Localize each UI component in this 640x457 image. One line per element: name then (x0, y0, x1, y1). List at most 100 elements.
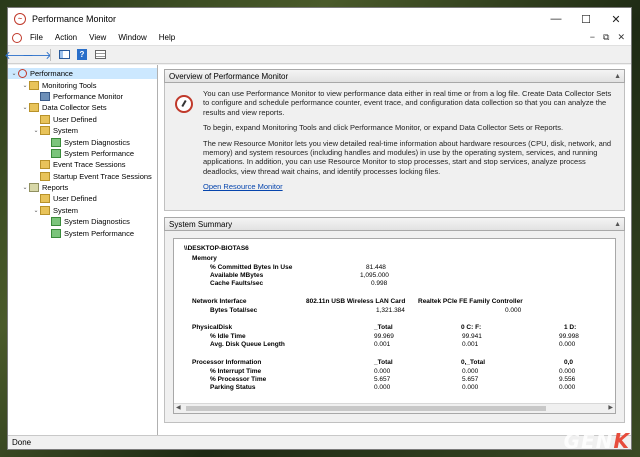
chevron-down-icon[interactable]: ⌄ (21, 184, 29, 191)
tree-node[interactable]: Event Trace Sessions (8, 159, 157, 170)
overview-paragraph-3: The new Resource Monitor lets you view d… (203, 138, 612, 176)
child-minimize-button[interactable]: − (590, 32, 595, 43)
tree-node[interactable]: ⌄ System (8, 205, 157, 216)
tree-node[interactable]: ⌄ Performance (8, 68, 157, 80)
network-column: Realtek PCIe FE Family Controller (418, 298, 523, 305)
memory-title: Memory (192, 255, 217, 262)
watermark-logo: GENK (564, 429, 630, 453)
collector-set-icon (51, 217, 61, 227)
menu-view[interactable]: View (83, 33, 112, 42)
collapse-icon[interactable]: ▲ (614, 221, 621, 228)
tree-node-label: User Defined (53, 114, 97, 124)
processor-title: Processor Information (192, 359, 262, 366)
tree-node[interactable]: ⌄ Monitoring Tools (8, 79, 157, 90)
folder-icon (40, 194, 50, 204)
folder-icon (29, 80, 39, 90)
show-hide-tree-icon[interactable] (57, 48, 71, 62)
tree-node-label: System (53, 205, 79, 215)
tree-node[interactable]: ⌄ Reports (8, 182, 157, 193)
disk-title: PhysicalDisk (192, 324, 233, 331)
system-summary-header[interactable]: System Summary ▲ (164, 217, 625, 231)
disk-value: 99.941 (462, 333, 482, 340)
network-column: 802.11n USB Wireless LAN Card (306, 298, 406, 305)
disk-value: 99.998 (559, 333, 579, 340)
tree-node-label: System Diagnostics (64, 137, 130, 147)
chevron-down-icon[interactable]: ⌄ (32, 127, 40, 134)
close-button[interactable]: ✕ (601, 8, 631, 30)
machine-name: \\DESKTOP-BIOTAS6 (184, 245, 249, 252)
tree-node[interactable]: System Diagnostics (8, 136, 157, 147)
tree-node[interactable]: System Performance (8, 227, 157, 238)
menu-help[interactable]: Help (153, 33, 181, 42)
chevron-down-icon[interactable]: ⌄ (21, 104, 29, 111)
network-value: 1,321.384 (376, 307, 405, 314)
processor-value: 5.657 (462, 376, 479, 383)
tree-node[interactable]: Performance Monitor (8, 91, 157, 102)
processor-value: 0.000 (374, 384, 391, 391)
menu-action[interactable]: Action (49, 33, 83, 42)
overview-header-label: Overview of Performance Monitor (169, 71, 289, 81)
collector-set-icon (51, 148, 61, 158)
network-label: Bytes Total/sec (210, 307, 258, 314)
tree-node[interactable]: ⌄ Data Collector Sets (8, 102, 157, 113)
toolbar: 🡐 🡒 ? (4, 46, 631, 64)
overview-header[interactable]: Overview of Performance Monitor ▲ (164, 69, 625, 83)
memory-value: 1,095.000 (360, 272, 389, 279)
main-pane: Overview of Performance Monitor ▲ You ca… (158, 65, 631, 435)
disk-value: 0.000 (559, 341, 576, 348)
chevron-down-icon[interactable]: ⌄ (10, 70, 18, 77)
folder-icon (29, 103, 39, 113)
memory-value: 0.998 (371, 280, 388, 287)
scroll-left-icon[interactable]: ◀ (176, 404, 181, 411)
tree-node-label: System Performance (64, 228, 135, 238)
menu-window[interactable]: Window (112, 33, 152, 42)
tree-node[interactable]: User Defined (8, 114, 157, 125)
chevron-down-icon[interactable]: ⌄ (21, 82, 29, 89)
processor-column: 0,0 (564, 359, 574, 366)
tree-node[interactable]: System Performance (8, 148, 157, 159)
help-icon[interactable]: ? (75, 48, 89, 62)
tree-node[interactable]: User Defined (8, 193, 157, 204)
system-menu-icon[interactable] (10, 32, 24, 44)
tree-node[interactable]: Startup Event Trace Sessions (8, 171, 157, 182)
menu-file[interactable]: File (24, 33, 49, 42)
forward-arrow-icon[interactable]: 🡒 (22, 48, 52, 62)
folder-icon (40, 126, 50, 136)
minimize-button[interactable]: — (541, 8, 571, 30)
folder-icon (40, 160, 50, 170)
tree-node[interactable]: ⌄ System (8, 125, 157, 136)
tree-node-label: Startup Event Trace Sessions (53, 171, 152, 181)
collapse-icon[interactable]: ▲ (614, 73, 621, 80)
processor-value: 0.000 (559, 384, 576, 391)
tree-node-label: Performance (30, 69, 73, 79)
tree-node-label: System (53, 126, 79, 136)
tree-node-label: Data Collector Sets (42, 103, 107, 113)
child-close-button[interactable]: ✕ (617, 32, 625, 43)
processor-value: 9.556 (559, 376, 576, 383)
tree-node[interactable]: System Diagnostics (8, 216, 157, 227)
maximize-button[interactable]: ☐ (571, 8, 601, 30)
disk-value: 0.001 (374, 341, 391, 348)
processor-value: 0.000 (462, 384, 479, 391)
open-resource-monitor-link[interactable]: Open Resource Monitor (203, 182, 283, 191)
horizontal-scrollbar[interactable]: ◀ ▶ (174, 403, 615, 413)
title-bar: ~ Performance Monitor — ☐ ✕ (8, 8, 631, 30)
scrollbar-thumb[interactable] (186, 406, 546, 411)
chevron-down-icon[interactable]: ⌄ (32, 207, 40, 214)
tree-node-label: User Defined (53, 194, 97, 204)
processor-label: % Processor Time (210, 376, 267, 383)
collector-set-icon (51, 137, 61, 147)
status-text: Done (12, 438, 32, 447)
overview-paragraph-2: To begin, expand Monitoring Tools and cl… (203, 123, 564, 133)
processor-column: 0,_Total (461, 359, 486, 366)
system-summary-panel: \\DESKTOP-BIOTAS6 Memory % Committed Byt… (164, 231, 625, 423)
child-restore-button[interactable]: ⧉ (603, 32, 609, 43)
tree-node-label: System Performance (64, 148, 135, 158)
tree-node-label: Event Trace Sessions (53, 160, 126, 170)
disk-label: Avg. Disk Queue Length (210, 341, 285, 348)
scroll-right-icon[interactable]: ▶ (608, 404, 613, 411)
processor-column: _Total (374, 359, 393, 366)
properties-icon[interactable] (93, 48, 107, 62)
folder-icon (40, 114, 50, 124)
toolbar-divider (50, 48, 51, 61)
